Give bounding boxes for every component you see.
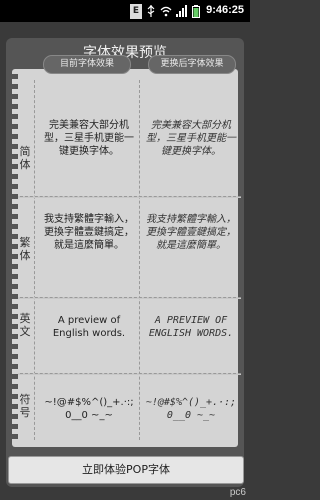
cell-simplified-current: 完美兼容大部分机型，三星手机更能一键更换字体。 [44, 120, 134, 157]
signal-icon [176, 5, 187, 17]
paper-perforation [12, 74, 18, 442]
cell-simplified-changed: 完美兼容大部分机型，三星手机更能一键更换字体。 [146, 120, 236, 157]
column-current-label: 目前字体效果 [43, 55, 131, 74]
row-label-simplified: 简 体 [19, 145, 31, 171]
wifi-icon [160, 6, 172, 17]
cell-traditional-changed: 我支持繁體字輸入，更換字體壹鍵搞定，就是這麼簡單。 [146, 214, 236, 251]
row-label-english: 英 文 [19, 312, 31, 338]
status-bar: E 9:46:25 [0, 0, 250, 22]
row-label-traditional: 繁 体 [19, 236, 31, 262]
cell-symbols-changed: ~!@#$%^()_+.·:; 0__0 ~_~ [145, 397, 237, 421]
watermark: pc6 [229, 487, 246, 498]
column-divider [139, 80, 140, 440]
status-icons: E [130, 3, 200, 19]
cell-english-current: A preview of English words. [52, 315, 126, 339]
cell-traditional-current: 我支持繁體字輸入，更換字體壹鍵搞定，就是這麼簡單。 [44, 214, 134, 251]
usb-icon [147, 5, 155, 17]
cell-symbols-current: ~!@#$%^()_+.·:; 0__0 ~_~ [44, 397, 134, 421]
try-pop-font-button[interactable]: 立即体验POP字体 [8, 456, 244, 484]
status-time: 9:46:25 [206, 4, 244, 16]
column-divider [34, 80, 35, 440]
battery-icon [192, 4, 200, 18]
row-divider [15, 373, 241, 375]
cell-english-changed: A PREVIEW OF ENGLISH WORDS. [148, 315, 234, 339]
row-divider [15, 196, 241, 198]
row-divider [15, 297, 241, 299]
e-icon: E [130, 3, 142, 19]
column-changed-label: 更换后字体效果 [148, 55, 236, 74]
row-label-symbols: 符 号 [19, 393, 31, 419]
